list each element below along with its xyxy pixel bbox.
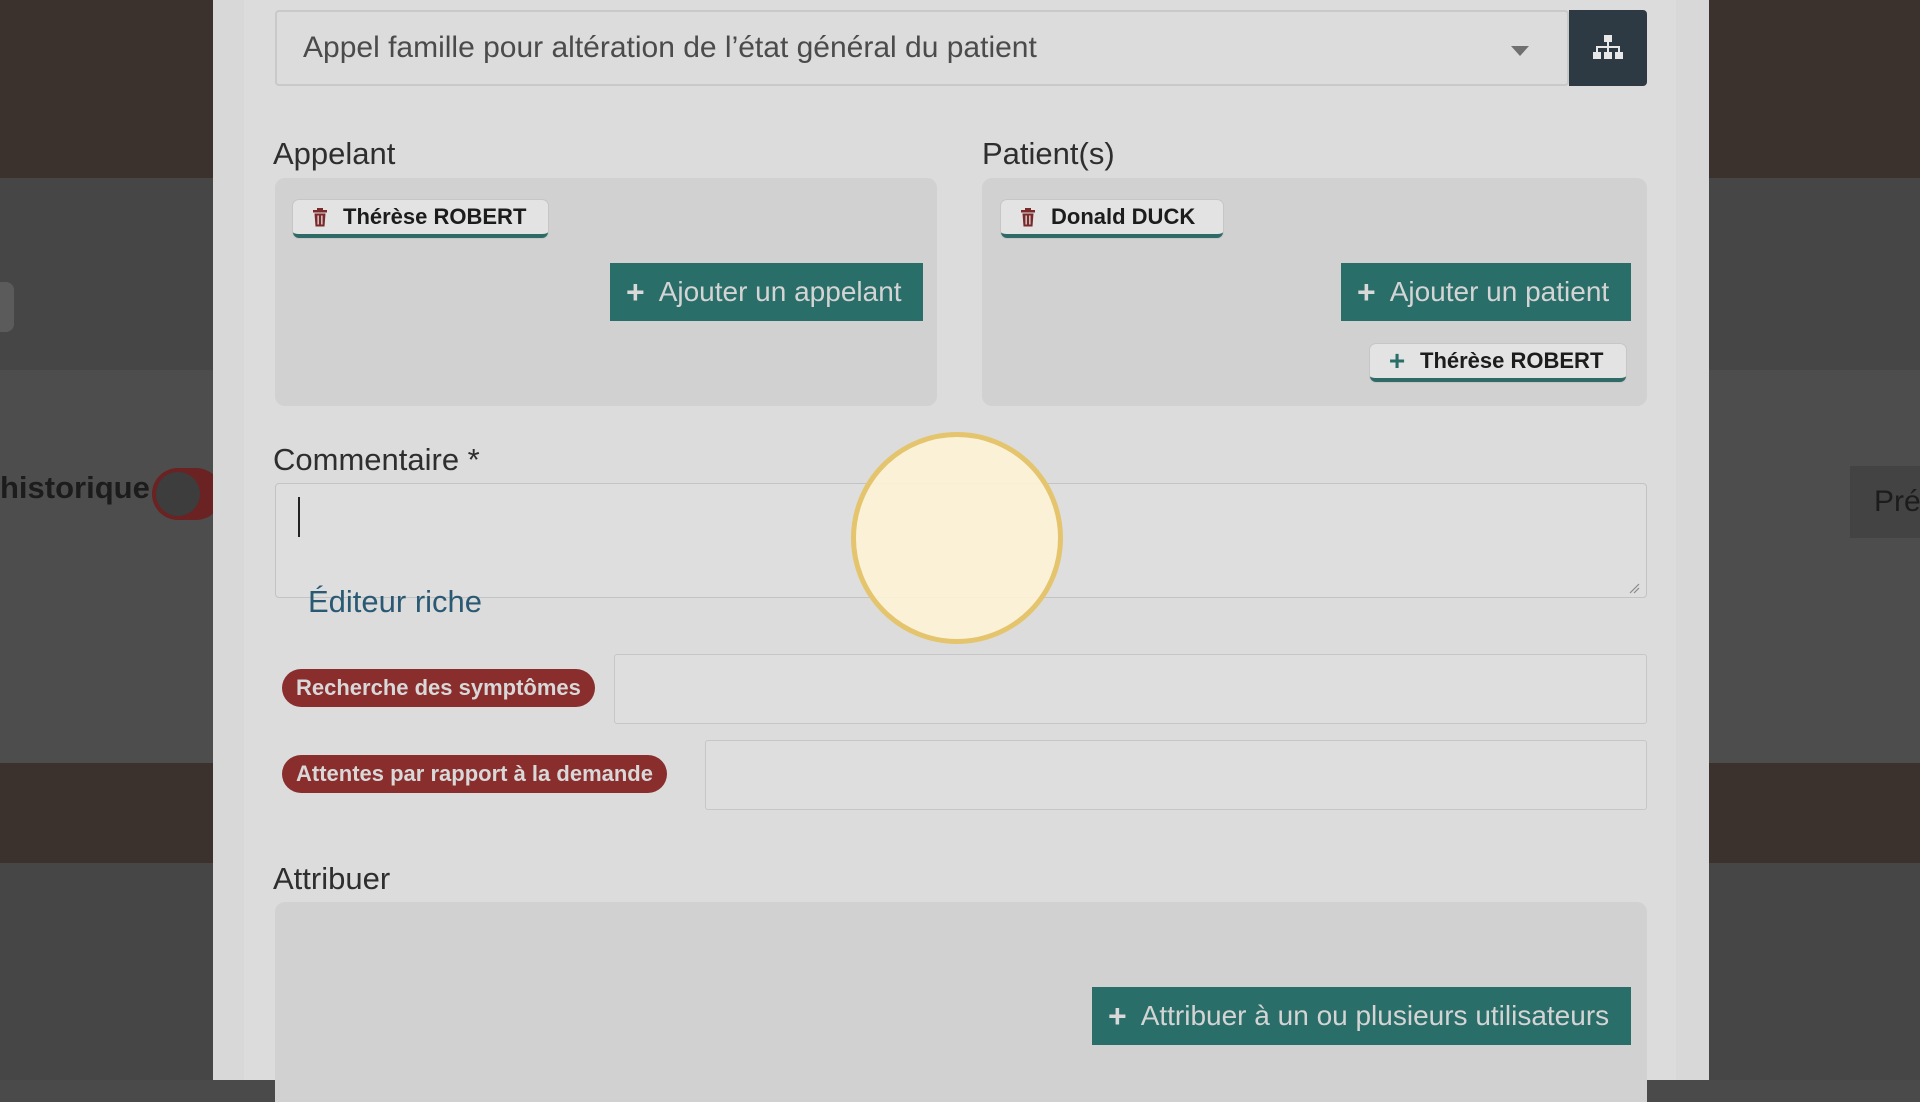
assign-users-button[interactable]: + Attribuer à un ou plusieurs utilisateu… [1092,987,1631,1045]
chevron-down-icon [1511,46,1529,56]
assign-section-label: Attribuer [273,861,391,896]
trash-icon[interactable] [1017,206,1039,228]
sitemap-icon [1593,35,1623,59]
background-pill [0,282,14,332]
rich-editor-link[interactable]: Éditeur riche [308,584,482,620]
plus-icon: + [626,273,645,310]
background-historique-label: historique [0,470,150,505]
assign-users-button-label: Attribuer à un ou plusieurs utilisateurs [1140,1000,1610,1031]
plus-icon: + [1357,273,1376,310]
call-reason-select[interactable]: Appel famille pour altération de l’état … [275,10,1569,86]
patient-suggestion-chip[interactable]: + Thérèse ROBERT [1370,344,1626,382]
comment-label: Commentaire * [273,442,480,477]
trash-icon[interactable] [309,206,331,228]
expectations-input[interactable] [705,740,1647,810]
patient-chip[interactable]: Donald DUCK [1001,200,1223,238]
resize-handle-icon[interactable] [1628,582,1640,594]
patients-section-label: Patient(s) [982,136,1115,171]
caller-chip[interactable]: Thérèse ROBERT [293,200,548,238]
add-patient-button[interactable]: + Ajouter un patient [1341,263,1631,321]
add-caller-button-label: Ajouter un appelant [658,276,902,307]
add-patient-button-label: Ajouter un patient [1389,276,1610,307]
text-cursor [298,497,300,537]
plus-icon: + [1388,345,1406,376]
decision-tree-button[interactable] [1569,10,1647,86]
click-indicator [851,432,1063,644]
call-reason-selected-value: Appel famille pour altération de l’état … [303,31,1037,64]
caller-section-label: Appelant [273,136,396,171]
symptom-search-input[interactable] [614,654,1647,724]
add-caller-button[interactable]: + Ajouter un appelant [610,263,923,321]
caller-chip-name: Thérèse ROBERT [343,204,527,229]
plus-icon: + [1108,997,1127,1034]
background-toggle-knob [156,472,200,516]
background-pre-button: Pré [1850,466,1920,538]
expectations-tag: Attentes par rapport à la demande [282,755,667,793]
patient-chip-name: Donald DUCK [1051,204,1196,229]
patient-suggestion-name: Thérèse ROBERT [1420,348,1604,373]
symptom-search-tag: Recherche des symptômes [282,669,595,707]
